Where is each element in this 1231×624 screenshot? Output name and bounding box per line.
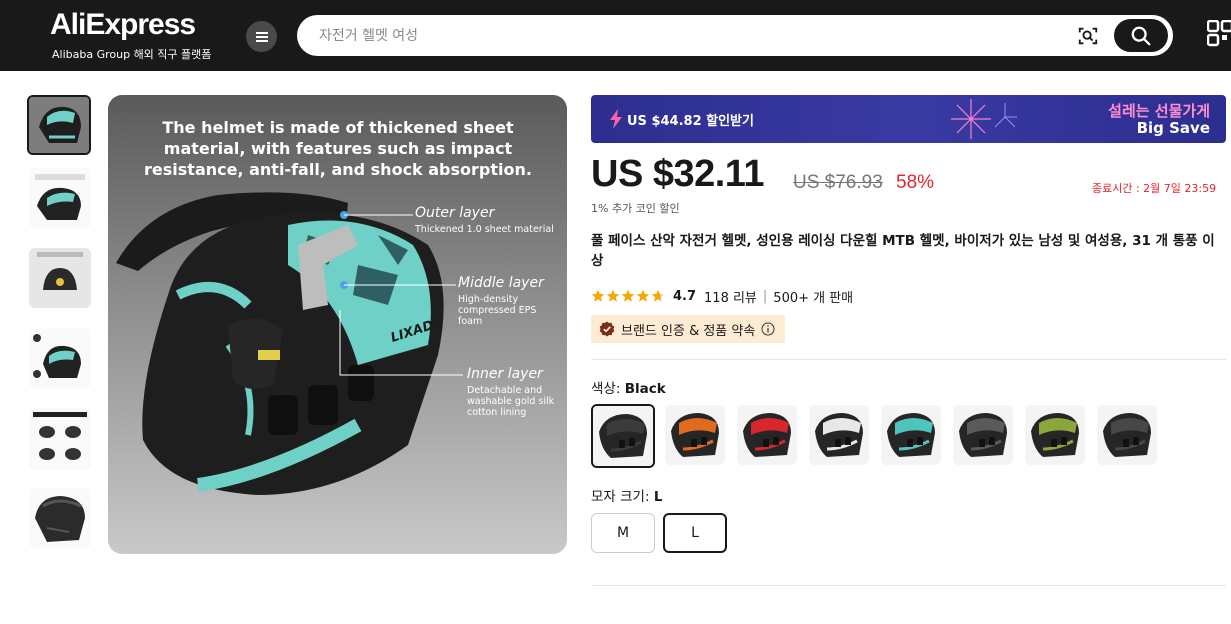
helmet-thumbnail: [1097, 405, 1157, 465]
logo-text: AliExpress: [50, 8, 196, 41]
logo-subtitle: Alibaba Group 해외 직구 플랫폼: [52, 48, 212, 61]
lightning-icon: [610, 109, 622, 129]
color-swatch-white[interactable]: [809, 405, 869, 465]
thumbnail-2[interactable]: [29, 168, 91, 228]
sold-count: 500+ 개 판매: [773, 290, 854, 306]
firework-decoration: [951, 99, 1017, 139]
thumbnail-3[interactable]: [29, 248, 91, 308]
star-icon: [606, 289, 620, 302]
color-swatch-dark-grey[interactable]: [1097, 405, 1157, 465]
helmet-thumbnail: [665, 405, 725, 465]
color-swatch-orange[interactable]: [665, 405, 725, 465]
rating-value: 4.7: [673, 288, 697, 304]
search-icon: [1131, 26, 1151, 45]
divider: [591, 585, 1226, 586]
outer-layer-desc: Thickened 1.0 sheet material: [415, 224, 554, 235]
color-swatch-red[interactable]: [737, 405, 797, 465]
middle-layer-title: Middle layer: [458, 275, 544, 291]
helmet-thumbnail: [593, 406, 653, 466]
color-swatch-black[interactable]: [591, 404, 655, 468]
size-label: 모자 크기: L: [591, 485, 662, 505]
helmet-thumbnail: [881, 405, 941, 465]
middle-layer-desc: High-density compressed EPS foam: [458, 294, 537, 327]
helmet-thumbnail: [737, 405, 797, 465]
thumbnail-1[interactable]: [27, 95, 91, 155]
size-label-text: 모자 크기:: [591, 489, 650, 505]
current-price: US $32.11: [591, 153, 764, 195]
product-title: 풀 페이스 산악 자전거 헬멧, 성인용 레이싱 다운힐 MTB 헬멧, 바이저…: [591, 233, 1215, 269]
size-selected-value: L: [653, 489, 663, 505]
star-icon: [651, 289, 665, 302]
star-rating: [591, 289, 665, 303]
discount-percent: 58%: [896, 172, 935, 193]
thumbnail-6[interactable]: [29, 488, 91, 548]
brand-badge[interactable]: 브랜드 인증 & 정품 약속: [591, 315, 786, 343]
inner-layer-desc: Detachable and washable gold silk cotton…: [467, 385, 555, 418]
promo-banner[interactable]: US $44.82 할인받기 설레는 선물가게 Big Save: [591, 95, 1226, 143]
promo-title: 설레는 선물가게: [1108, 102, 1210, 120]
top-navigation-bar: AliExpress Alibaba Group 해외 직구 플랫폼: [0, 0, 1231, 71]
helmet-thumbnail: [1025, 405, 1085, 465]
color-label-text: 색상:: [591, 381, 621, 397]
badge-text: 브랜드 인증 & 정품 약속: [621, 323, 756, 339]
hamburger-icon: [255, 35, 268, 38]
inner-layer-title: Inner layer: [467, 366, 543, 382]
rating-row: 4.7 118 리뷰 | 500+ 개 판매: [591, 287, 854, 306]
separator: |: [762, 288, 768, 304]
search-input[interactable]: [319, 15, 1039, 56]
sale-end-time: 종료시간 : 2월 7일 23:59: [1092, 182, 1217, 195]
menu-button[interactable]: [246, 21, 277, 52]
color-swatch-grey[interactable]: [953, 405, 1013, 465]
review-count[interactable]: 118 리뷰: [704, 287, 757, 306]
image-search-icon[interactable]: [1077, 25, 1099, 47]
helmet-thumbnail: [809, 405, 869, 465]
divider: [591, 359, 1226, 360]
color-swatch-camo[interactable]: [1025, 405, 1085, 465]
color-selected-value: Black: [624, 381, 666, 397]
qr-code-icon[interactable]: [1207, 20, 1231, 48]
star-icon: [591, 289, 605, 302]
outer-layer-title: Outer layer: [415, 205, 495, 221]
thumbnail-5[interactable]: [29, 408, 91, 470]
helmet-thumbnail: [953, 405, 1013, 465]
search-button[interactable]: [1114, 19, 1168, 52]
size-option-m[interactable]: M: [591, 513, 655, 553]
coupon-text: US $44.82 할인받기: [627, 114, 754, 129]
thumbnail-4[interactable]: [29, 328, 91, 388]
star-icon: [621, 289, 635, 302]
info-icon[interactable]: [761, 322, 775, 336]
aliexpress-logo[interactable]: AliExpress Alibaba Group 해외 직구 플랫폼: [50, 8, 230, 64]
star-icon: [636, 289, 650, 302]
color-label: 색상: Black: [591, 377, 666, 397]
size-option-l[interactable]: L: [663, 513, 727, 553]
coin-discount-note: 1% 추가 코인 할인: [591, 202, 680, 215]
color-swatch-teal[interactable]: [881, 405, 941, 465]
verified-icon: [599, 321, 615, 337]
search-bar: [297, 15, 1173, 56]
promo-subtitle: Big Save: [1136, 119, 1210, 137]
original-price: US $76.93: [793, 172, 883, 193]
main-product-image[interactable]: The helmet is made of thickened sheet ma…: [108, 95, 567, 554]
